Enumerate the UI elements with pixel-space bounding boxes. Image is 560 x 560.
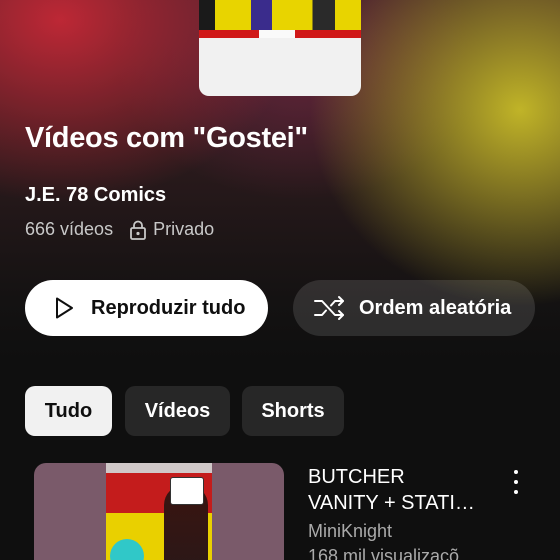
- video-title-line2: VANITY + STATI…: [308, 492, 475, 514]
- more-options-icon[interactable]: [506, 470, 526, 494]
- shuffle-button[interactable]: Ordem aleatória: [293, 280, 535, 336]
- shuffle-icon: [314, 296, 344, 320]
- playlist-title: Vídeos com "Gostei": [25, 122, 308, 154]
- play-all-button[interactable]: Reproduzir tudo: [25, 280, 268, 336]
- video-channel-name: MiniKnight: [308, 521, 393, 541]
- video-view-count: 168 mil visualizaçõ: [308, 546, 460, 560]
- privacy-status: Privado: [153, 219, 215, 239]
- chip-shorts[interactable]: Shorts: [242, 386, 344, 436]
- lock-icon: [129, 220, 147, 240]
- video-title[interactable]: BUTCHER VANITY + STATI…: [308, 464, 488, 516]
- playlist-meta: 666 vídeos Privado: [25, 219, 214, 240]
- playlist-cover-thumbnail[interactable]: [199, 0, 361, 96]
- playlist-channel-name[interactable]: J.E. 78 Comics: [25, 184, 166, 207]
- video-thumbnail[interactable]: [34, 463, 284, 560]
- chip-videos[interactable]: Vídeos: [125, 386, 230, 436]
- video-title-line1: BUTCHER: [308, 466, 405, 488]
- play-all-label: Reproduzir tudo: [91, 296, 246, 319]
- shuffle-label: Ordem aleatória: [359, 296, 512, 319]
- cover-artwork: [199, 0, 361, 38]
- chip-tudo[interactable]: Tudo: [25, 386, 112, 436]
- play-icon: [56, 297, 73, 319]
- video-count: 666 vídeos: [25, 219, 114, 239]
